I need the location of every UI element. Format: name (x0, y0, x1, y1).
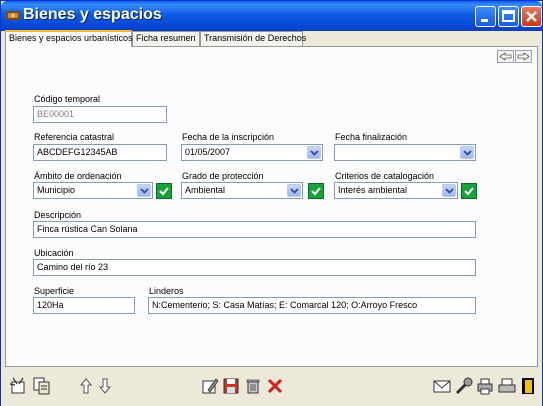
arrow-down-icon (98, 378, 112, 394)
printer-icon (498, 378, 516, 393)
tab-bienes-espacios[interactable]: Bienes y espacios urbanísticos (5, 30, 133, 47)
descripcion-field[interactable]: Finca rústica Can Solana (33, 221, 476, 238)
maximize-icon (502, 10, 515, 22)
criterios-confirm-button[interactable] (461, 183, 477, 199)
checkmark-icon (311, 187, 321, 196)
dropdown-button[interactable] (442, 184, 456, 197)
close-button[interactable] (521, 6, 542, 27)
linderos-field[interactable]: N:Cementerio; S: Casa Matías; E: Comarca… (148, 297, 476, 314)
referencia-catastral-label: Referencia catastral (34, 132, 115, 142)
superficie-field[interactable]: 120Ha (33, 297, 135, 314)
copy-icon (33, 377, 50, 395)
chevron-down-icon (290, 188, 299, 194)
grado-proteccion-label: Grado de protección (182, 171, 264, 181)
arrow-right-icon (517, 52, 530, 61)
tab-ficha-resumen[interactable]: Ficha resumen (132, 31, 200, 46)
exit-button[interactable] (518, 376, 538, 396)
next-record-button[interactable] (515, 50, 532, 63)
chevron-down-icon (445, 188, 454, 194)
linderos-label: Linderos (149, 286, 184, 296)
checkmark-icon (464, 187, 474, 196)
fecha-inscripcion-label: Fecha de la inscripción (182, 132, 275, 142)
tools-icon (455, 377, 473, 395)
codigo-temporal-label: Código temporal (34, 94, 101, 104)
dropdown-button[interactable] (287, 184, 301, 197)
dropdown-button[interactable] (137, 184, 151, 197)
ambito-ordenacion-label: Ámbito de ordenación (34, 171, 122, 181)
ambito-confirm-button[interactable] (156, 183, 172, 199)
ambito-ordenacion-value: Municipio (37, 185, 76, 195)
email-button[interactable] (432, 376, 452, 396)
codigo-temporal-field: BE00001 (33, 106, 167, 123)
arrow-left-icon (499, 52, 512, 61)
sparkle-new-icon (9, 377, 25, 394)
fecha-finalizacion-select[interactable] (334, 144, 476, 161)
criterios-catalogacion-label: Criterios de catalogación (335, 171, 435, 181)
grado-proteccion-value: Ambiental (185, 185, 226, 195)
previous-record-button[interactable] (497, 50, 514, 63)
criterios-catalogacion-select[interactable]: Interés ambiental (334, 182, 458, 199)
cancel-x-icon (267, 378, 283, 394)
referencia-catastral-field[interactable]: ABCDEFG12345AB (33, 144, 167, 161)
minimize-button[interactable] (475, 6, 496, 27)
save-icon (223, 378, 239, 394)
exit-door-icon (522, 378, 534, 394)
arrow-up-icon (79, 378, 93, 394)
fecha-inscripcion-value: 01/05/2007 (185, 147, 231, 157)
maximize-button[interactable] (498, 6, 519, 27)
envelope-icon (433, 380, 451, 393)
ambito-ordenacion-select[interactable]: Municipio (33, 182, 153, 199)
move-up-button[interactable] (76, 376, 96, 396)
print-preview-button[interactable] (475, 376, 495, 396)
tools-button[interactable] (454, 376, 474, 396)
tab-transmision-derechos[interactable]: Transmisión de Derechos (200, 31, 306, 46)
printer-preview-icon (477, 378, 493, 395)
move-down-button[interactable] (95, 376, 115, 396)
print-button[interactable] (497, 376, 517, 396)
descripcion-label: Descripción (34, 210, 82, 220)
minimize-icon (481, 19, 488, 22)
chevron-down-icon (463, 150, 472, 156)
grado-proteccion-select[interactable]: Ambiental (181, 182, 303, 199)
edit-button[interactable] (200, 376, 220, 396)
fecha-finalizacion-label: Fecha finalización (335, 132, 408, 142)
window-title: Bienes y espacios (23, 6, 162, 23)
title-bar[interactable]: Bienes y espacios (1, 1, 542, 31)
superficie-label: Superficie (34, 286, 75, 296)
delete-button[interactable] (243, 376, 263, 396)
dropdown-button[interactable] (460, 146, 474, 159)
ubicacion-field[interactable]: Camino del río 23 (33, 259, 476, 276)
checkmark-icon (159, 187, 169, 196)
cancel-button[interactable] (265, 376, 285, 396)
grado-confirm-button[interactable] (308, 183, 324, 199)
fecha-inscripcion-select[interactable]: 01/05/2007 (181, 144, 323, 161)
save-button[interactable] (221, 376, 241, 396)
close-icon (526, 11, 537, 22)
criterios-catalogacion-value: Interés ambiental (338, 185, 408, 195)
ubicacion-label: Ubicación (34, 248, 74, 258)
copy-record-button[interactable] (32, 376, 52, 396)
app-icon (6, 11, 20, 20)
chevron-down-icon (310, 150, 319, 156)
trash-icon (246, 379, 260, 394)
edit-icon (202, 378, 219, 394)
chevron-down-icon (140, 188, 149, 194)
app-window: Bienes y espacios Bienes y espacios urba… (0, 0, 543, 406)
new-record-button[interactable] (9, 376, 29, 396)
dropdown-button[interactable] (307, 146, 321, 159)
